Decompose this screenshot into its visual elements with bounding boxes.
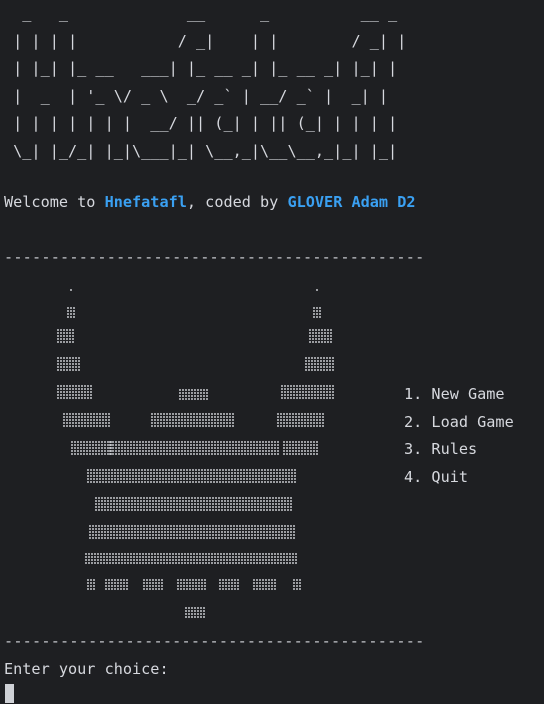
block-cursor-icon[interactable] (5, 684, 14, 703)
welcome-message: Welcome to Hnefatafl, coded by GLOVER Ad… (4, 192, 416, 212)
menu-item-rules[interactable]: 3. Rules (404, 438, 514, 466)
terminal-window: _ _ __ _ __ _ | | | | / _| | | / _| | | … (0, 0, 544, 704)
welcome-middle: , coded by (186, 193, 288, 211)
input-prompt: Enter your choice: (4, 660, 169, 678)
separator-bottom: ----------------------------------------… (4, 632, 425, 650)
ascii-title-banner: _ _ __ _ __ _ | | | | / _| | | / _| | | … (13, 4, 407, 160)
game-name: Hnefatafl (104, 193, 187, 211)
menu-item-new-game[interactable]: 1. New Game (404, 383, 514, 411)
menu-item-load-game[interactable]: 2. Load Game (404, 411, 514, 439)
main-menu: 1. New Game 2. Load Game 3. Rules 4. Qui… (404, 383, 514, 494)
separator-top: ----------------------------------------… (4, 248, 425, 266)
menu-item-quit[interactable]: 4. Quit (404, 466, 514, 494)
welcome-prefix: Welcome to (4, 193, 105, 211)
author-name: GLOVER Adam D2 (287, 193, 416, 211)
viking-helmet-braille-art-icon (52, 280, 342, 620)
